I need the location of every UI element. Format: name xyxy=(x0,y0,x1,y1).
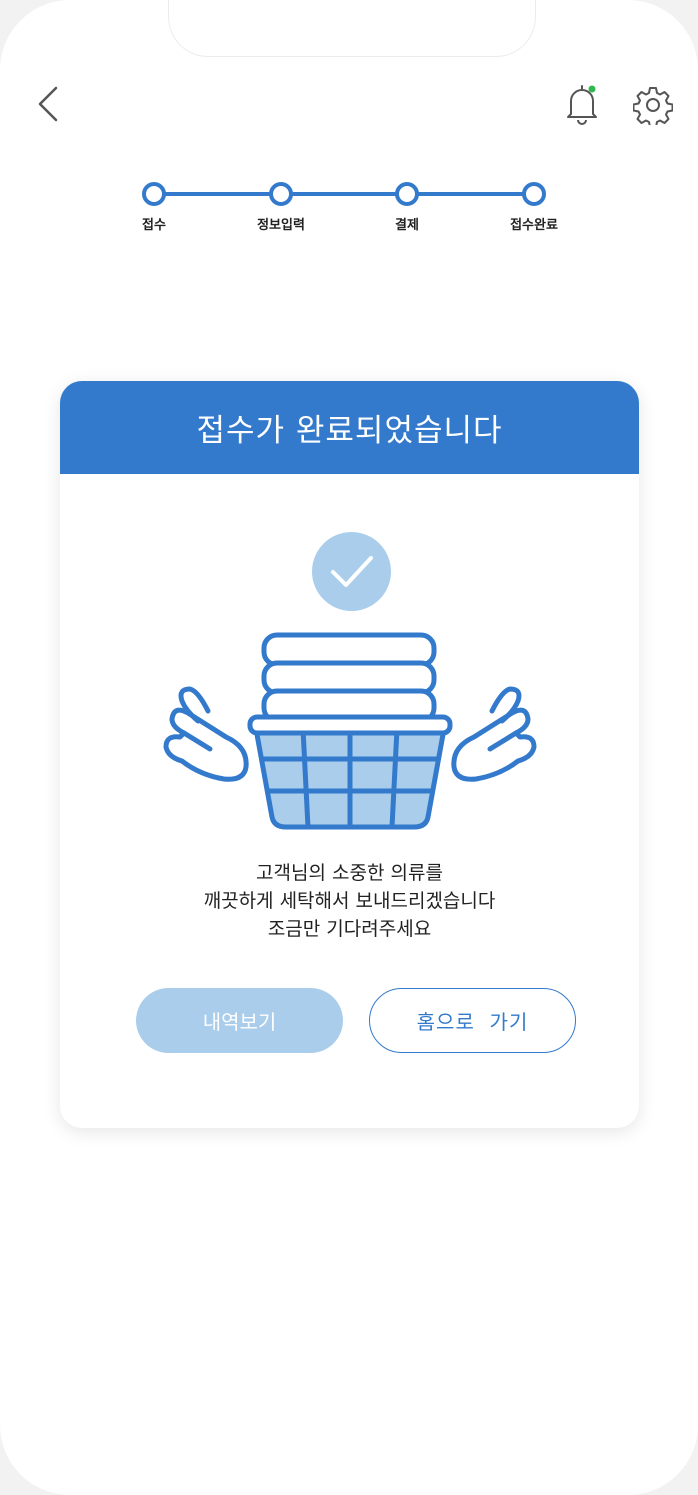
chevron-left-icon xyxy=(38,86,58,122)
go-home-button[interactable]: 홈으로 가기 xyxy=(369,988,576,1053)
settings-button[interactable] xyxy=(630,82,676,128)
step-dot-2 xyxy=(269,182,293,206)
step-dot-1 xyxy=(142,182,166,206)
view-history-button[interactable]: 내역보기 xyxy=(136,988,343,1053)
step-dot-3 xyxy=(395,182,419,206)
laundry-basket-illustration xyxy=(163,632,537,830)
success-badge xyxy=(312,532,391,611)
message-line-2: 깨끗하게 세탁해서 보내드리겠습니다 xyxy=(203,890,496,912)
message-line-3: 조금만 기다려주세요 xyxy=(267,918,432,940)
device-notch xyxy=(168,0,536,57)
towel-stack xyxy=(261,632,437,724)
right-hand xyxy=(451,686,537,782)
notification-dot xyxy=(588,85,596,93)
gear-icon xyxy=(633,87,673,125)
phone-screen: 접수 정보입력 결제 접수완료 접수가 완료되었습니다 고객님의 소중한 의류를… xyxy=(0,0,698,1495)
card-header: 접수가 완료되었습니다 xyxy=(60,381,639,474)
bell-icon xyxy=(567,85,597,125)
step-label-3: 결제 xyxy=(395,218,419,233)
back-button[interactable] xyxy=(28,82,68,126)
left-hand xyxy=(163,686,249,782)
basket-rim xyxy=(247,714,453,736)
card-title: 접수가 완료되었습니다 xyxy=(196,413,503,449)
progress-stepper: 접수 정보입력 결제 접수완료 xyxy=(120,178,580,238)
step-dot-4 xyxy=(522,182,546,206)
notification-button[interactable] xyxy=(560,82,604,126)
message-line-1: 고객님의 소중한 의류를 xyxy=(256,862,443,884)
completion-message: 고객님의 소중한 의류를 깨끗하게 세탁해서 보내드리겠습니다 조금만 기다려주… xyxy=(60,859,639,943)
check-icon xyxy=(331,556,373,587)
step-label-4: 접수완료 xyxy=(510,218,558,233)
completion-card: 접수가 완료되었습니다 고객님의 소중한 의류를 깨끗하게 세탁해서 보내드리겠… xyxy=(60,381,639,1128)
step-label-1: 접수 xyxy=(142,218,166,233)
step-label-2: 정보입력 xyxy=(257,218,305,233)
